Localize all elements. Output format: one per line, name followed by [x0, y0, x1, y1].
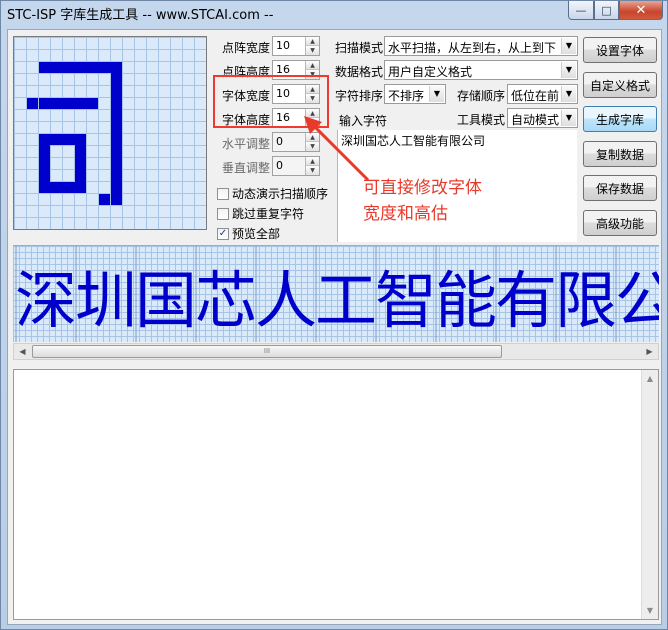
dot-width-label: 点阵宽度 [222, 41, 271, 55]
maximize-icon: □ [601, 3, 612, 17]
chevron-down-icon: ▼ [561, 86, 576, 102]
dot-width-value: 10 [276, 39, 290, 52]
storage-order-value: 低位在前 [511, 89, 560, 103]
dot-width-spinner[interactable]: 10 ▲ ▼ [272, 36, 320, 56]
preview-glyph [27, 62, 122, 205]
generate-font-button[interactable]: 生成字库 [583, 106, 657, 132]
checkbox-icon [217, 207, 229, 220]
advanced-button-label: 高级功能 [595, 216, 644, 231]
strip-char: 智 [375, 264, 437, 337]
custom-format-button-label: 自定义格式 [589, 78, 650, 93]
checkbox-skip-duplicates-label: 跳过重复字符 [232, 207, 305, 221]
strip-char: 人 [255, 264, 317, 337]
strip-char: 公 [615, 264, 659, 337]
scroll-left-icon[interactable]: ◀ [14, 344, 31, 359]
h-adjust-label: 水平调整 [222, 137, 271, 151]
checkmark-icon: ✓ [217, 227, 229, 240]
char-sort-value: 不排序 [388, 89, 425, 103]
tool-mode-value: 自动模式 [511, 113, 560, 127]
strip-glyphs: 深圳国芯人工智能有限公 [15, 246, 659, 342]
char-sort-label: 字符排序 [335, 89, 384, 103]
v-adjust-label: 垂直调整 [222, 161, 271, 175]
strip-char: 有 [495, 264, 557, 337]
advanced-button[interactable]: 高级功能 [583, 210, 657, 236]
scroll-thumb[interactable]: III [32, 345, 502, 358]
output-data-textarea[interactable]: ▲ ▼ [13, 369, 659, 620]
checkbox-preview-all[interactable]: ✓ 预览全部 [217, 225, 280, 242]
storage-order-select[interactable]: 低位在前 ▼ [507, 84, 578, 104]
copy-data-button-label: 复制数据 [595, 147, 644, 162]
strip-char: 圳 [75, 264, 137, 337]
horizontal-scrollbar[interactable]: ◀ III ▶ [13, 343, 659, 360]
tool-mode-select[interactable]: 自动模式 ▼ [507, 108, 578, 128]
char-sort-select[interactable]: 不排序 ▼ [384, 84, 446, 104]
checkbox-skip-duplicates[interactable]: 跳过重复字符 [217, 205, 304, 222]
h-adjust-value: 0 [276, 135, 283, 148]
chevron-down-icon: ▼ [561, 62, 576, 78]
checkbox-icon [217, 187, 229, 200]
vertical-scrollbar[interactable]: ▲ ▼ [641, 370, 658, 619]
v-adjust-value: 0 [276, 159, 283, 172]
glyph-pixel-block [99, 194, 110, 205]
close-button[interactable]: ✕ [619, 1, 663, 20]
chevron-down-icon: ▼ [561, 110, 576, 126]
char-strip-preview: 深圳国芯人工智能有限公 [13, 245, 659, 342]
grip-icon: III [263, 347, 271, 355]
glyph-pixel-block [39, 98, 50, 109]
annotation-line-2: 宽度和高估 [363, 204, 448, 224]
annotation-line-1: 可直接修改字体 [363, 178, 482, 198]
client-area: 点阵宽度 10 ▲ ▼ 点阵高度 16 ▲ ▼ 字体宽度 10 ▲ ▼ 字体高度 16… [7, 29, 662, 625]
strip-char: 限 [555, 264, 617, 337]
scroll-down-icon[interactable]: ▼ [642, 602, 658, 619]
close-icon: ✕ [635, 2, 647, 18]
scan-mode-value: 水平扫描，从左到右，从上到下 [388, 41, 557, 55]
copy-data-button[interactable]: 复制数据 [583, 141, 657, 167]
glyph-pixel-block [39, 62, 122, 73]
glyph-pixel-block [27, 98, 38, 109]
scan-mode-label: 扫描模式 [335, 41, 384, 55]
spin-up-icon[interactable]: ▲ [305, 61, 319, 70]
glyph-pixel-block [39, 182, 86, 193]
maximize-button[interactable]: □ [594, 1, 619, 20]
title-bar[interactable]: STC-ISP 字库生成工具 -- www.STCAI.com -- — □ ✕ [1, 1, 667, 23]
strip-char: 深 [15, 264, 77, 337]
app-window: STC-ISP 字库生成工具 -- www.STCAI.com -- — □ ✕… [0, 0, 668, 630]
chevron-down-icon: ▼ [429, 86, 444, 102]
set-font-button-label: 设置字体 [595, 43, 644, 58]
generate-font-button-label: 生成字库 [595, 112, 644, 127]
annotation-note: 可直接修改字体 宽度和高估 [363, 175, 482, 227]
char-preview-grid [13, 36, 207, 230]
strip-char: 工 [315, 264, 377, 337]
data-format-value: 用户自定义格式 [388, 65, 473, 79]
scroll-right-icon[interactable]: ▶ [641, 344, 658, 359]
data-format-label: 数据格式 [335, 65, 384, 79]
tool-mode-label: 工具模式 [457, 113, 506, 127]
glyph-pixel-block [111, 62, 122, 205]
window-title: STC-ISP 字库生成工具 -- www.STCAI.com -- [7, 8, 274, 23]
scroll-up-icon[interactable]: ▲ [642, 370, 658, 387]
spin-up-icon[interactable]: ▲ [305, 37, 319, 46]
spin-down-icon[interactable]: ▼ [305, 46, 319, 55]
set-font-button[interactable]: 设置字体 [583, 37, 657, 63]
strip-char: 芯 [195, 264, 257, 337]
save-data-button[interactable]: 保存数据 [583, 175, 657, 201]
minimize-icon: — [575, 3, 587, 17]
data-format-select[interactable]: 用户自定义格式 ▼ [384, 60, 578, 80]
strip-char: 能 [435, 264, 497, 337]
checkbox-preview-all-label: 预览全部 [232, 227, 281, 241]
strip-char: 国 [135, 264, 197, 337]
minimize-button[interactable]: — [568, 1, 594, 20]
save-data-button-label: 保存数据 [595, 181, 644, 196]
storage-order-label: 存储顺序 [457, 89, 506, 103]
custom-format-button[interactable]: 自定义格式 [583, 72, 657, 98]
chevron-down-icon: ▼ [561, 38, 576, 54]
scan-mode-select[interactable]: 水平扫描，从左到右，从上到下 ▼ [384, 36, 578, 56]
